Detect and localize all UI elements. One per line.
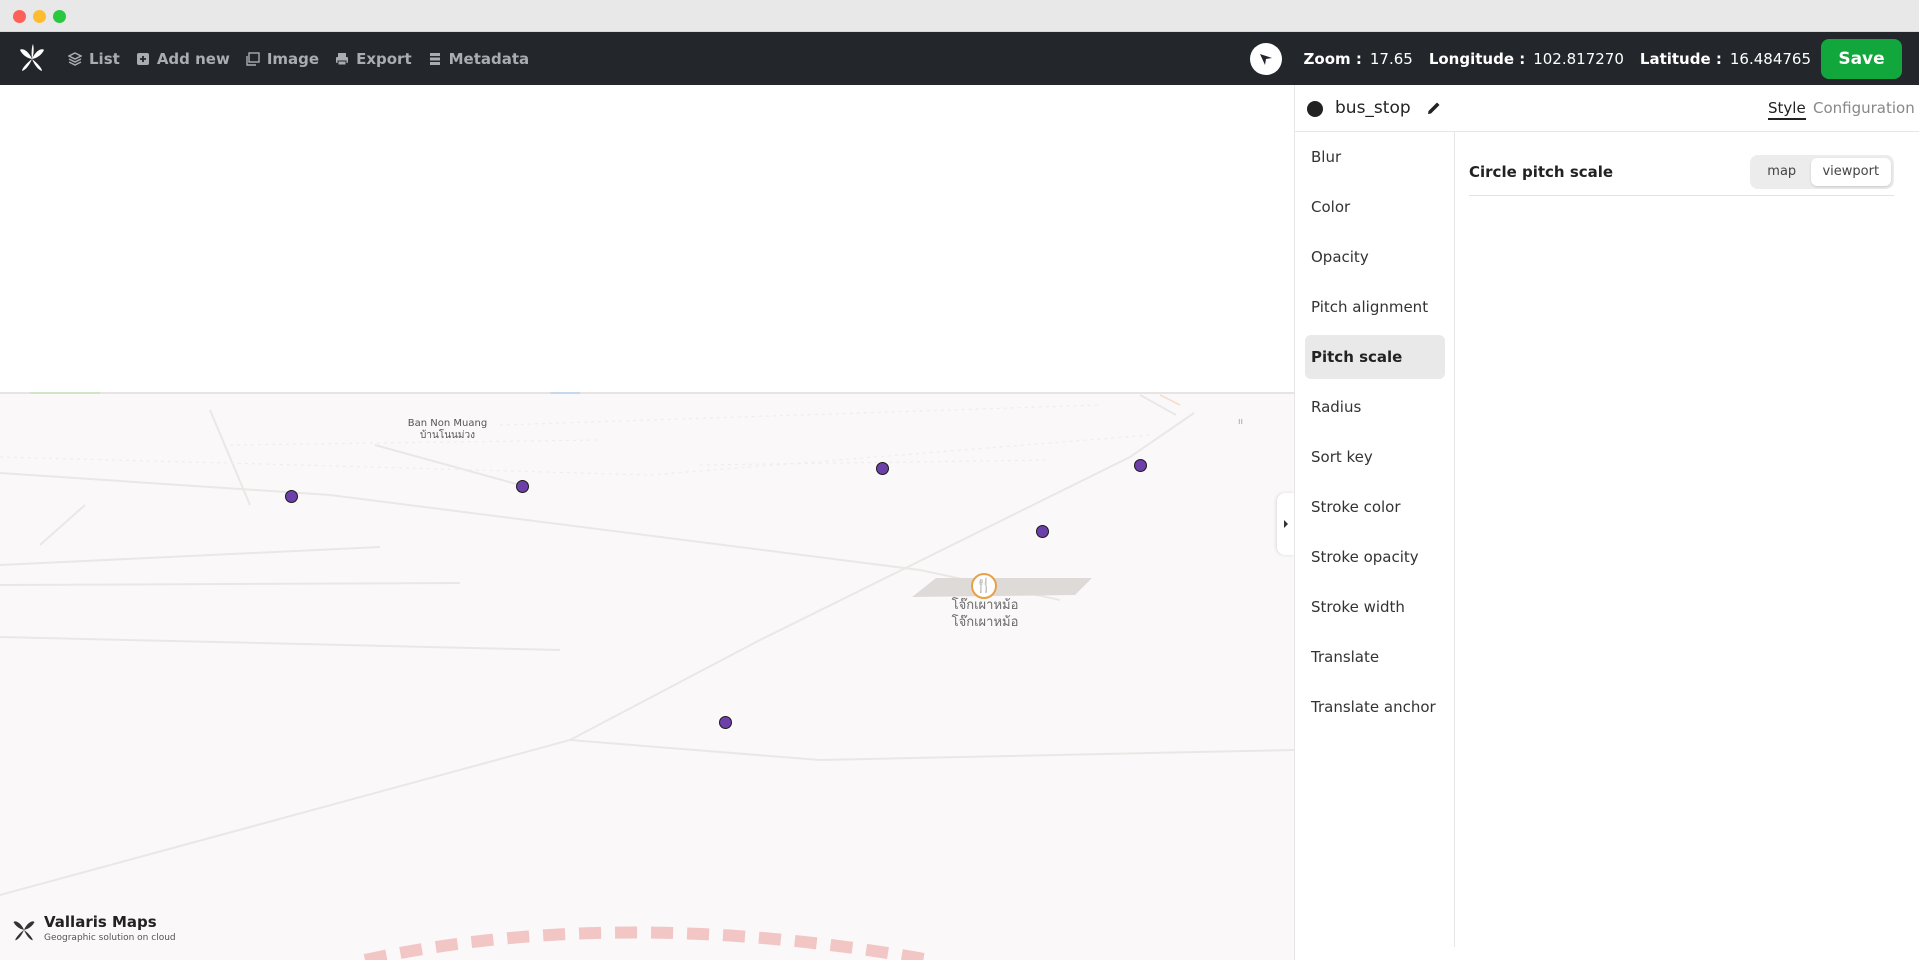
bus-stop-marker[interactable]: [719, 716, 732, 729]
panel-header: bus_stop Style Configuration: [1295, 85, 1919, 132]
image-icon: [246, 51, 260, 66]
nav-export[interactable]: Export: [335, 50, 412, 68]
tab-configuration[interactable]: Configuration: [1813, 99, 1915, 117]
tab-style[interactable]: Style: [1768, 99, 1806, 120]
property-item-radius[interactable]: Radius: [1305, 385, 1445, 429]
bus-stop-marker[interactable]: [876, 462, 889, 475]
nav-metadata[interactable]: Metadata: [428, 49, 530, 68]
bus-stop-marker[interactable]: [516, 480, 529, 493]
zoom-label: Zoom :: [1303, 49, 1362, 68]
map-base-graphics: ıı: [0, 392, 1294, 960]
layers-icon: [68, 51, 82, 66]
bus-stop-marker[interactable]: [1036, 525, 1049, 538]
property-item-opacity[interactable]: Opacity: [1305, 235, 1445, 279]
nav-image[interactable]: Image: [246, 50, 319, 68]
poi-label-line-1: โจ๊กเผาหม้อ: [951, 598, 1019, 613]
latitude-label: Latitude :: [1639, 49, 1722, 68]
place-label-en: Ban Non Muang: [407, 418, 488, 429]
nav-metadata-label: Metadata: [448, 49, 530, 68]
property-item-pitch-alignment[interactable]: Pitch alignment: [1305, 285, 1445, 329]
property-item-stroke-width[interactable]: Stroke width: [1305, 585, 1445, 629]
plus-square-icon: [136, 52, 149, 65]
property-item-color[interactable]: Color: [1305, 185, 1445, 229]
nav-list[interactable]: List: [68, 50, 120, 68]
property-item-pitch-scale[interactable]: Pitch scale: [1305, 335, 1445, 379]
pitch-scale-option-map[interactable]: map: [1753, 158, 1811, 186]
brand-title: Vallaris Maps: [44, 913, 157, 931]
property-item-sort-key[interactable]: Sort key: [1305, 435, 1445, 479]
longitude-value: 102.817270: [1533, 49, 1624, 68]
property-item-translate[interactable]: Translate: [1305, 635, 1445, 679]
nav-list-label: List: [89, 49, 120, 68]
latitude-value: 16.484765: [1729, 49, 1811, 68]
close-window-button[interactable]: [13, 10, 26, 23]
style-panel: bus_stop Style Configuration Blur Color …: [1294, 85, 1919, 960]
map-canvas[interactable]: ıı Ban Non Muang บ้านโนนม่วง 🍴 โจ๊กเผาหม…: [0, 85, 1294, 960]
vallaris-logo-icon[interactable]: [16, 42, 48, 74]
nav-add-new[interactable]: Add new: [136, 50, 230, 68]
property-list: Blur Color Opacity Pitch alignment Pitch…: [1295, 132, 1455, 947]
place-label: Ban Non Muang บ้านโนนม่วง: [400, 418, 495, 442]
brand-subtitle: Geographic solution on cloud: [44, 933, 176, 943]
nav-image-label: Image: [266, 49, 320, 68]
pitch-scale-toggle: map viewport: [1750, 155, 1894, 189]
brand-watermark: Vallaris Maps Geographic solution on clo…: [10, 913, 176, 945]
bus-stop-marker[interactable]: [285, 490, 298, 503]
compass-icon[interactable]: [1249, 42, 1282, 75]
poi-label-line-2: โจ๊กเผาหม้อ: [951, 615, 1019, 630]
property-item-stroke-color[interactable]: Stroke color: [1305, 485, 1445, 529]
pitch-scale-row: Circle pitch scale map viewport: [1469, 151, 1894, 196]
place-label-th: บ้านโนนม่วง: [420, 430, 475, 441]
restaurant-icon[interactable]: 🍴: [971, 573, 997, 599]
vallaris-watermark-icon: [13, 921, 35, 941]
property-item-stroke-opacity[interactable]: Stroke opacity: [1305, 535, 1445, 579]
layer-type-icon: [1307, 101, 1323, 117]
pitch-scale-label: Circle pitch scale: [1469, 163, 1614, 181]
minimize-window-button[interactable]: [33, 10, 46, 23]
nav-add-new-label: Add new: [156, 49, 230, 68]
main-nav: List Add new Image Export Metadata: [68, 32, 529, 85]
pencil-icon[interactable]: [1425, 99, 1443, 117]
nav-export-label: Export: [356, 49, 412, 68]
top-toolbar: List Add new Image Export Metadata Zoom …: [0, 32, 1919, 85]
map-status: Zoom : 17.65 Longitude : 102.817270 Lati…: [1249, 32, 1819, 85]
bus-stop-marker[interactable]: [1134, 459, 1147, 472]
caret-right-icon: [1284, 520, 1288, 528]
window-titlebar: [0, 0, 1919, 32]
collapse-panel-button[interactable]: [1277, 493, 1295, 555]
list-icon: [429, 52, 440, 65]
save-button[interactable]: Save: [1821, 39, 1902, 79]
longitude-label: Longitude :: [1428, 49, 1526, 68]
zoom-value: 17.65: [1369, 49, 1413, 68]
svg-text:ıı: ıı: [1238, 417, 1243, 427]
property-item-blur[interactable]: Blur: [1305, 135, 1445, 179]
property-item-translate-anchor[interactable]: Translate anchor: [1305, 685, 1445, 729]
poi-label: โจ๊กเผาหม้อ โจ๊กเผาหม้อ: [935, 597, 1035, 631]
printer-icon: [336, 52, 349, 65]
layer-name: bus_stop: [1335, 98, 1411, 118]
pitch-scale-option-viewport[interactable]: viewport: [1810, 158, 1891, 186]
maximize-window-button[interactable]: [53, 10, 66, 23]
